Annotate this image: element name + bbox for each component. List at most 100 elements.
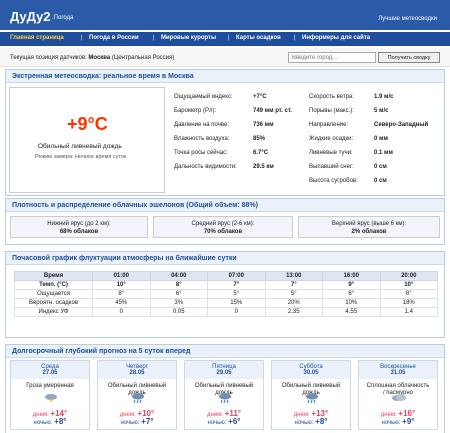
overcast-icon: [391, 393, 407, 403]
hourly-row-label: Индекс УФ: [14, 307, 93, 317]
location-region: (Центральная Россия): [111, 55, 175, 61]
hourly-row: Индекс УФ 0 0.05 0 2.35 4.55 1.4: [14, 307, 438, 317]
hourly-cell: 7°: [207, 280, 266, 290]
current-conditions-title: Экстренная метеосводка: реальное время в…: [6, 70, 444, 83]
heavy-rain-icon: [217, 393, 233, 404]
location-city: Москва: [88, 55, 111, 61]
hourly-cell: 20%: [264, 298, 323, 308]
current-temp-box: +9°C Обильный ливневый дождь Режим замер…: [9, 87, 165, 193]
param-label: Точка росы сейчас:: [174, 150, 228, 156]
forecast-condition-line: Обильный ливневый: [281, 383, 341, 389]
hourly-cell: 0.05: [149, 307, 208, 317]
main-nav: Главная страница | Погода в России | Мир…: [0, 32, 450, 46]
param-value: 0 мм: [374, 136, 388, 142]
forecast-day-date: 31.05: [390, 370, 406, 376]
hourly-header-row: Время 01:00 04:00 07:00 13:00 16:00 20:00: [14, 271, 438, 281]
hourly-row: Темп. (°C) 10° 8° 7° 7° 9° 10°: [14, 280, 438, 290]
param-label: Барометр (Рл):: [174, 108, 217, 114]
param-value: +7°C: [253, 94, 267, 100]
hourly-time-cell: 20:00: [379, 271, 438, 281]
forecast-day-card[interactable]: Суббота 30.05 Обильный ливневый дождь днем: …: [271, 360, 351, 430]
get-report-button[interactable]: Получить сводку: [378, 52, 440, 63]
forecast-night-temp: ночью: +9°: [359, 417, 437, 426]
cloud-layers-panel: Плотность и распределение облачных эшело…: [5, 198, 445, 245]
hourly-time-cell: 13:00: [264, 271, 323, 281]
hourly-cell: 10°: [92, 280, 151, 290]
forecast-condition-line: Обильный ливневый: [194, 383, 254, 389]
nav-item-precip-maps[interactable]: Карты осадков: [236, 35, 281, 41]
hourly-cell: 0: [207, 307, 266, 317]
hourly-time-cell: 01:00: [92, 271, 151, 281]
nav-item-home[interactable]: Главная страница: [10, 35, 64, 41]
cloud-layer-value: 2% облаков: [351, 229, 387, 235]
night-temp-label: ночью:: [294, 420, 314, 426]
measure-mode: Режим замера: Ночное время суток: [35, 154, 127, 160]
hourly-row-label: Темп. (°C): [14, 280, 93, 290]
heavy-rain-icon: [304, 393, 320, 404]
current-condition: Обильный ливневый дождь: [38, 143, 122, 150]
current-conditions-panel: Экстренная метеосводка: реальное время в…: [5, 69, 445, 196]
hourly-cell: 5°: [207, 289, 266, 299]
nav-item-resorts[interactable]: Мировые курорты: [161, 35, 216, 41]
hourly-cell: 2.35: [264, 307, 323, 317]
hourly-time-cell: 04:00: [149, 271, 208, 281]
forecast-day-condition: Гроза умеренная: [11, 383, 89, 390]
night-temp-label: ночью:: [120, 420, 140, 426]
hourly-header-label: Время: [14, 271, 93, 281]
hourly-cell: 7°: [264, 280, 323, 290]
hourly-cell: 9°: [322, 280, 381, 290]
hourly-cell: 4.55: [322, 307, 381, 317]
hourly-cell: 6°: [322, 289, 381, 299]
hourly-title: Почасовой график флуктуации атмосферы на…: [6, 252, 444, 265]
forecast-day-card[interactable]: Воскресенье 31.05 Сплошная облачность / пас…: [358, 360, 438, 430]
forecast-night-temp: ночью: +8°: [272, 417, 350, 426]
thunder-icon: [43, 393, 59, 403]
night-temp-label: ночью:: [381, 420, 401, 426]
night-temp-label: ночью:: [207, 420, 227, 426]
param-label: Влажность воздуха:: [174, 136, 230, 142]
param-label: Ливневые тучи:: [309, 150, 353, 156]
forecast-day-card[interactable]: Среда 27.05 Гроза умеренная днем: +14° ночью…: [10, 360, 90, 430]
hourly-row: Вероятн. осадков 45% 3% 15% 20% 10% 18%: [14, 298, 438, 308]
heavy-rain-icon: [130, 393, 146, 404]
param-label: Выпавший снег:: [309, 164, 354, 170]
param-label: Порывы (макс.):: [309, 108, 354, 114]
cloud-layer-low: Нижний ярус (до 2 км): 68% облаков: [10, 216, 148, 238]
forecast-day-header: Воскресенье 31.05: [359, 361, 437, 379]
night-temp-value: +8°: [54, 417, 67, 426]
param-value: 736 мм: [253, 122, 274, 128]
hourly-cell: 1.4: [379, 307, 438, 317]
nav-item-informers[interactable]: Информеры для сайта: [302, 35, 370, 41]
forecast-day-header: Среда 27.05: [11, 361, 89, 379]
forecast-day-card[interactable]: Пятница 29.05 Обильный ливневый дождь днем: …: [184, 360, 264, 430]
cloud-layer-name: Нижний ярус (до 2 км):: [47, 221, 111, 227]
night-temp-value: +8°: [315, 417, 328, 426]
param-label: Давление на почве:: [174, 122, 229, 128]
city-search-input[interactable]: [288, 52, 376, 63]
forecast-condition-line: Обильный ливневый: [107, 383, 167, 389]
hourly-row-label: Вероятн. осадков: [14, 298, 93, 308]
forecast-day-header: Суббота 30.05: [272, 361, 350, 379]
current-temperature: +9°C: [67, 114, 108, 134]
site-logo[interactable]: ДуДу2: [10, 9, 51, 24]
nav-item-russia[interactable]: Погода в России: [89, 35, 139, 41]
forecast-night-temp: ночью: +7°: [98, 417, 176, 426]
forecast-day-header: Пятница 29.05: [185, 361, 263, 379]
nav-separator: |: [81, 35, 83, 41]
forecast-day-date: 27.05: [42, 370, 58, 376]
hourly-cell: 0: [92, 307, 151, 317]
forecast-day-date: 30.05: [303, 370, 319, 376]
cloud-layer-name: Средний ярус (2-6 км):: [191, 221, 255, 227]
param-value: 0 см: [374, 178, 387, 184]
forecast-day-header: Четверг 28.05: [98, 361, 176, 379]
site-header: ДуДу2 .Погода Лучшие метеосводки: [0, 0, 450, 30]
param-label: Направление:: [309, 122, 349, 128]
hourly-cell: 5°: [264, 289, 323, 299]
forecast-day-card[interactable]: Четверг 28.05 Обильный ливневый дождь днем: …: [97, 360, 177, 430]
night-temp-value: +9°: [402, 417, 415, 426]
cloud-layer-value: 68% облаков: [59, 229, 99, 235]
param-label: Ощущаемый индекс:: [174, 94, 233, 100]
param-label: Скорость ветра:: [309, 94, 354, 100]
nav-separator: |: [294, 35, 296, 41]
nav-separator: |: [228, 35, 230, 41]
